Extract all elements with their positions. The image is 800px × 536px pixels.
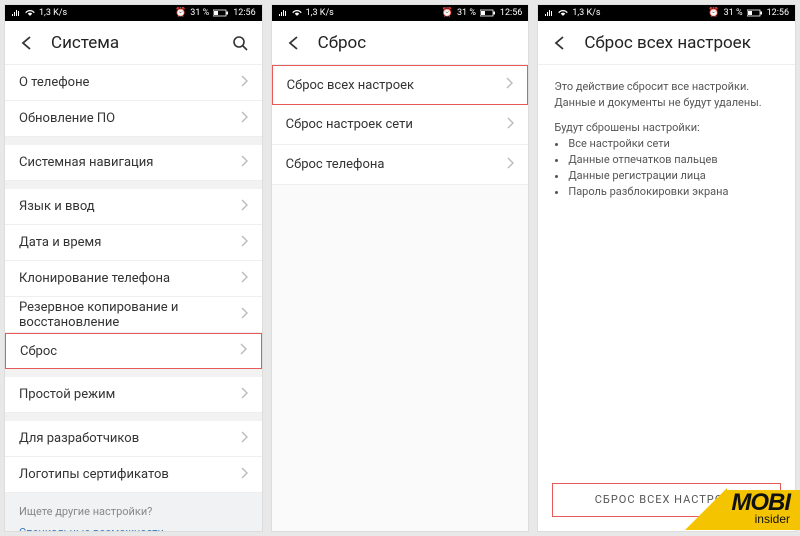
battery-pct: 31 % <box>190 8 209 18</box>
chevron-right-icon <box>506 117 514 129</box>
list-item-label: Язык и ввод <box>19 199 95 214</box>
page-title: Сброс <box>318 33 519 53</box>
list-item-label: Для разработчиков <box>19 431 139 446</box>
chevron-right-icon <box>506 157 514 169</box>
list-item[interactable]: Клонирование телефона <box>5 261 262 297</box>
chevron-right-icon <box>505 77 513 89</box>
chevron-right-icon <box>240 155 248 167</box>
battery-icon <box>213 9 229 17</box>
list-item-label: Сброс всех настроек <box>287 78 414 93</box>
app-header: Сброс <box>272 21 529 65</box>
list-item-label: Резервное копирование и восстановление <box>19 300 240 330</box>
chevron-right-icon <box>240 467 248 479</box>
status-bar: 1,3 K/s ⏰ 31 % 12:56 <box>5 5 262 21</box>
list-item[interactable]: Сброс телефона <box>272 145 529 185</box>
back-button[interactable] <box>282 31 306 55</box>
list-item[interactable]: Системная навигация <box>5 145 262 181</box>
app-header: Система <box>5 21 262 65</box>
reset-all-button[interactable]: СБРОС ВСЕХ НАСТРОЕК <box>552 483 781 517</box>
chevron-right-icon <box>240 271 248 283</box>
phone-reset: 1,3 K/s ⏰ 31 % 12:56 Сброс Сброс всех на… <box>271 4 530 532</box>
alarm-icon: ⏰ <box>175 8 186 18</box>
status-bar: 1,3 K/s ⏰ 31 % 12:56 <box>272 5 529 21</box>
reset-list: Сброс всех настроек Сброс настроек сети Сб… <box>272 65 529 531</box>
list-item[interactable]: Простой режим <box>5 377 262 413</box>
net-speed: 1,3 K/s <box>39 8 67 18</box>
reset-subhead: Будут сброшены настройки: <box>538 115 795 136</box>
list-item-label: О телефоне <box>19 75 89 90</box>
list-item-label: Дата и время <box>19 235 101 250</box>
phone-system: 1,3 K/s ⏰ 31 % 12:56 Система О телефонеО… <box>4 4 263 532</box>
back-button[interactable] <box>548 31 572 55</box>
list-item-label: Системная навигация <box>19 155 153 170</box>
list-item[interactable]: Резервное копирование и восстановление <box>5 297 262 333</box>
list-item-label: Сброс <box>20 344 57 359</box>
search-icon <box>231 34 249 52</box>
back-button[interactable] <box>15 31 39 55</box>
settings-list: О телефоне Обновление ПО Системная навигац… <box>5 65 262 531</box>
list-item[interactable]: Логотипы сертификатов <box>5 457 262 493</box>
bullet-item: Все настройки сети <box>568 136 779 152</box>
list-item[interactable]: Язык и ввод <box>5 189 262 225</box>
chevron-right-icon <box>240 75 248 87</box>
page-title: Сброс всех настроек <box>584 33 785 53</box>
hint-title: Ищете другие настройки? <box>19 505 248 518</box>
bullet-item: Данные регистрации лица <box>568 168 779 184</box>
phone-reset-all: 1,3 K/s ⏰ 31 % 12:56 Сброс всех настроек… <box>537 4 796 532</box>
chevron-right-icon <box>240 199 248 211</box>
reset-description: Это действие сбросит все настройки. Данн… <box>538 65 795 115</box>
list-item-label: Логотипы сертификатов <box>19 467 169 482</box>
list-item[interactable]: О телефоне <box>5 65 262 101</box>
list-item-label: Сброс телефона <box>286 157 385 172</box>
chevron-right-icon <box>240 235 248 247</box>
list-item-label: Сброс настроек сети <box>286 117 413 132</box>
list-item-label: Обновление ПО <box>19 111 115 126</box>
list-item[interactable]: Сброс всех настроек <box>272 65 529 105</box>
chevron-right-icon <box>240 431 248 443</box>
list-item[interactable]: Сброс <box>5 333 262 369</box>
chevron-right-icon <box>240 111 248 123</box>
list-item[interactable]: Для разработчиков <box>5 421 262 457</box>
list-item-label: Клонирование телефона <box>19 271 170 286</box>
list-item[interactable]: Сброс настроек сети <box>272 105 529 145</box>
hint-link[interactable]: Специальные возможности <box>19 526 248 531</box>
app-header: Сброс всех настроек <box>538 21 795 65</box>
chevron-right-icon <box>239 343 247 355</box>
status-bar: 1,3 K/s ⏰ 31 % 12:56 <box>538 5 795 21</box>
hint-block: Ищете другие настройки? Специальные возмо… <box>5 493 262 531</box>
clock: 12:56 <box>233 8 255 18</box>
list-item[interactable]: Обновление ПО <box>5 101 262 137</box>
list-item-label: Простой режим <box>19 387 115 402</box>
search-button[interactable] <box>228 31 252 55</box>
bullet-item: Пароль разблокировки экрана <box>568 184 779 200</box>
page-title: Система <box>51 33 228 53</box>
chevron-right-icon <box>240 307 248 319</box>
list-item[interactable]: Дата и время <box>5 225 262 261</box>
reset-bullets: Все настройки сетиДанные отпечатков паль… <box>538 136 795 200</box>
bullet-item: Данные отпечатков пальцев <box>568 152 779 168</box>
chevron-right-icon <box>240 387 248 399</box>
